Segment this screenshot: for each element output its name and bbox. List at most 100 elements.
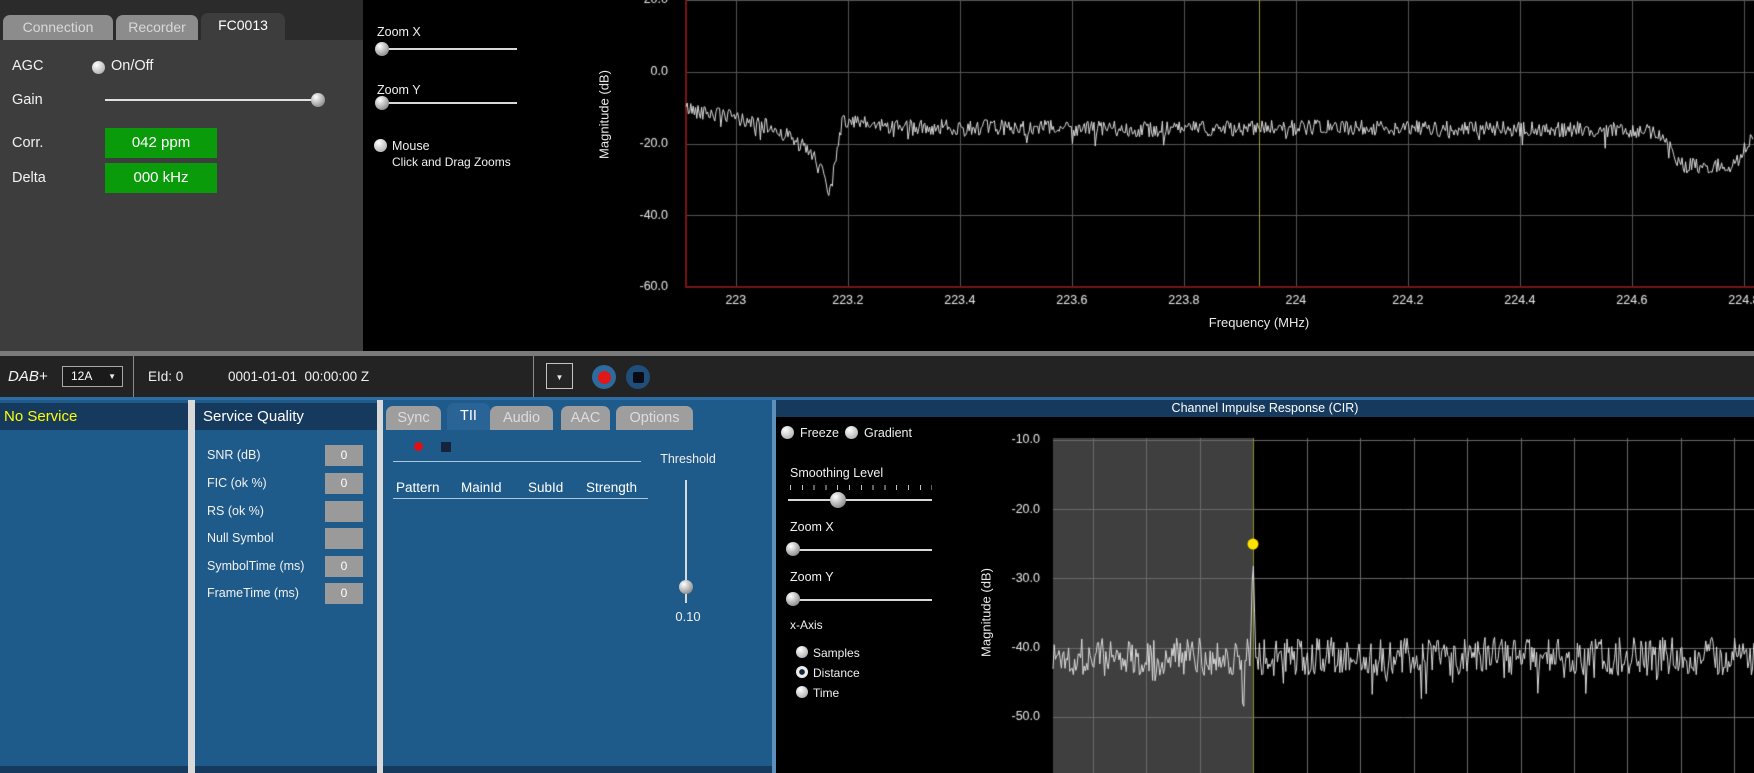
application-window: Connection Recorder FC0013 AGC On/Off Ga… xyxy=(0,0,1754,773)
record-icon xyxy=(598,371,611,384)
device-panel: Connection Recorder FC0013 AGC On/Off Ga… xyxy=(0,0,363,351)
tab-aac[interactable]: AAC xyxy=(561,406,610,430)
corr-value-box: 042 ppm xyxy=(105,128,217,158)
gradient-radio[interactable] xyxy=(845,426,858,439)
x-axis-time-radio[interactable] xyxy=(796,686,808,698)
agc-option-label: On/Off xyxy=(111,58,153,74)
agc-radio[interactable] xyxy=(92,61,105,74)
fic-label: FIC (ok %) xyxy=(207,476,267,490)
spectrum-x-axis-title: Frequency (MHz) xyxy=(1189,315,1329,330)
x-axis-distance-label: Distance xyxy=(813,666,860,680)
spectrum-zoom-y-thumb[interactable] xyxy=(375,96,389,110)
service-quality-header: Service Quality xyxy=(195,403,377,430)
toolbar-divider xyxy=(133,356,134,397)
mouse-zoom-label: Mouse xyxy=(392,139,430,153)
stop-button[interactable] xyxy=(626,365,650,389)
gradient-label: Gradient xyxy=(864,426,912,440)
panel-divider xyxy=(188,400,195,773)
cir-zoom-y-slider[interactable] xyxy=(788,599,932,601)
tab-sync[interactable]: Sync xyxy=(386,406,441,430)
freeze-radio[interactable] xyxy=(781,426,794,439)
spectrum-zoom-y-label: Zoom Y xyxy=(377,83,421,97)
threshold-slider-thumb[interactable] xyxy=(679,580,693,594)
stop-icon xyxy=(633,372,644,383)
channel-value: 12A xyxy=(71,367,92,386)
cir-zoom-y-thumb[interactable] xyxy=(786,592,800,606)
agc-label: AGC xyxy=(12,58,43,74)
gain-slider-track[interactable] xyxy=(105,99,322,101)
chevron-down-icon: ▼ xyxy=(108,367,116,386)
cir-zoom-y-label: Zoom Y xyxy=(790,570,834,584)
spectrum-zoom-x-label: Zoom X xyxy=(377,25,421,39)
fic-value: 0 xyxy=(325,473,363,494)
x-axis-samples-radio[interactable] xyxy=(796,646,808,658)
spectrum-zoom-x-slider[interactable] xyxy=(376,48,517,50)
delta-label: Delta xyxy=(12,170,46,186)
x-axis-time-label: Time xyxy=(813,686,839,700)
service-list-panel[interactable]: No Service xyxy=(0,400,188,773)
divider xyxy=(393,498,648,499)
record-button[interactable] xyxy=(592,365,616,389)
service-list-header: No Service xyxy=(0,403,188,430)
tab-connection[interactable]: Connection xyxy=(3,15,113,40)
spectrum-canvas[interactable] xyxy=(586,0,1754,347)
dab-mode-label: DAB+ xyxy=(8,356,48,397)
cir-panel: Channel Impulse Response (CIR) Freeze Gr… xyxy=(772,400,1754,773)
tii-panel: Sync TII Audio AAC Options Pattern MainI… xyxy=(383,400,772,773)
column-header-mainid: MainId xyxy=(461,480,502,495)
spectrum-zoom-x-thumb[interactable] xyxy=(375,42,389,56)
symboltime-label: SymbolTime (ms) xyxy=(207,559,304,573)
cir-zoom-x-thumb[interactable] xyxy=(786,542,800,556)
cir-y-axis-title: Magnitude (dB) xyxy=(979,533,994,693)
spectrum-zoom-y-slider[interactable] xyxy=(376,102,517,104)
cir-canvas[interactable] xyxy=(1000,425,1754,773)
tab-audio[interactable]: Audio xyxy=(490,406,553,430)
x-axis-samples-label: Samples xyxy=(813,646,860,660)
tab-tii[interactable]: TII xyxy=(447,403,490,430)
channel-select[interactable]: 12A ▼ xyxy=(62,366,123,387)
null-symbol-value xyxy=(325,528,363,549)
delta-value-box: 000 kHz xyxy=(105,163,217,193)
smoothing-tick-marks xyxy=(790,485,932,490)
cir-title: Channel Impulse Response (CIR) xyxy=(776,400,1754,417)
snr-value: 0 xyxy=(325,445,363,466)
cir-zoom-x-slider[interactable] xyxy=(788,549,932,551)
device-tab-bar: Connection Recorder FC0013 xyxy=(0,0,363,40)
rs-label: RS (ok %) xyxy=(207,504,264,518)
tab-options[interactable]: Options xyxy=(616,406,693,430)
service-quality-panel: Service Quality SNR (dB) 0 FIC (ok %) 0 … xyxy=(195,400,377,773)
panel-divider xyxy=(772,400,776,773)
threshold-value: 0.10 xyxy=(658,609,718,624)
ensemble-timestamp: 0001-01-01 00:00:00 Z xyxy=(228,356,369,397)
column-header-subid: SubId xyxy=(528,480,563,495)
expand-button[interactable]: ▼ xyxy=(546,363,573,389)
null-symbol-label: Null Symbol xyxy=(207,531,274,545)
chevron-down-icon: ▼ xyxy=(556,373,564,382)
frametime-label: FrameTime (ms) xyxy=(207,586,299,600)
tab-fc0013[interactable]: FC0013 xyxy=(201,13,285,40)
column-header-strength: Strength xyxy=(586,480,637,495)
smoothing-slider-track[interactable] xyxy=(788,499,932,501)
toolbar-divider xyxy=(533,356,534,397)
record-indicator-icon[interactable] xyxy=(414,442,423,451)
column-header-pattern: Pattern xyxy=(396,480,440,495)
gain-label: Gain xyxy=(12,92,43,108)
cir-zoom-x-label: Zoom X xyxy=(790,520,834,534)
toolbar: DAB+ 12A ▼ EId: 0 0001-01-01 00:00:00 Z … xyxy=(0,356,1754,397)
tab-recorder[interactable]: Recorder xyxy=(116,15,198,40)
mouse-zoom-radio[interactable] xyxy=(374,139,387,152)
corr-label: Corr. xyxy=(12,135,43,151)
stop-indicator-icon[interactable] xyxy=(441,442,451,452)
x-axis-distance-radio[interactable] xyxy=(796,666,808,678)
gain-slider-thumb[interactable] xyxy=(311,93,325,107)
frametime-value: 0 xyxy=(325,583,363,604)
mouse-zoom-sublabel: Click and Drag Zooms xyxy=(392,155,511,169)
smoothing-level-label: Smoothing Level xyxy=(790,466,883,480)
symboltime-value: 0 xyxy=(325,556,363,577)
ensemble-id-value: EId: 0 xyxy=(148,356,183,397)
smoothing-slider-thumb[interactable] xyxy=(830,492,846,508)
freeze-label: Freeze xyxy=(800,426,839,440)
threshold-label: Threshold xyxy=(653,452,723,466)
x-axis-group-label: x-Axis xyxy=(790,618,823,632)
rs-value xyxy=(325,501,363,522)
